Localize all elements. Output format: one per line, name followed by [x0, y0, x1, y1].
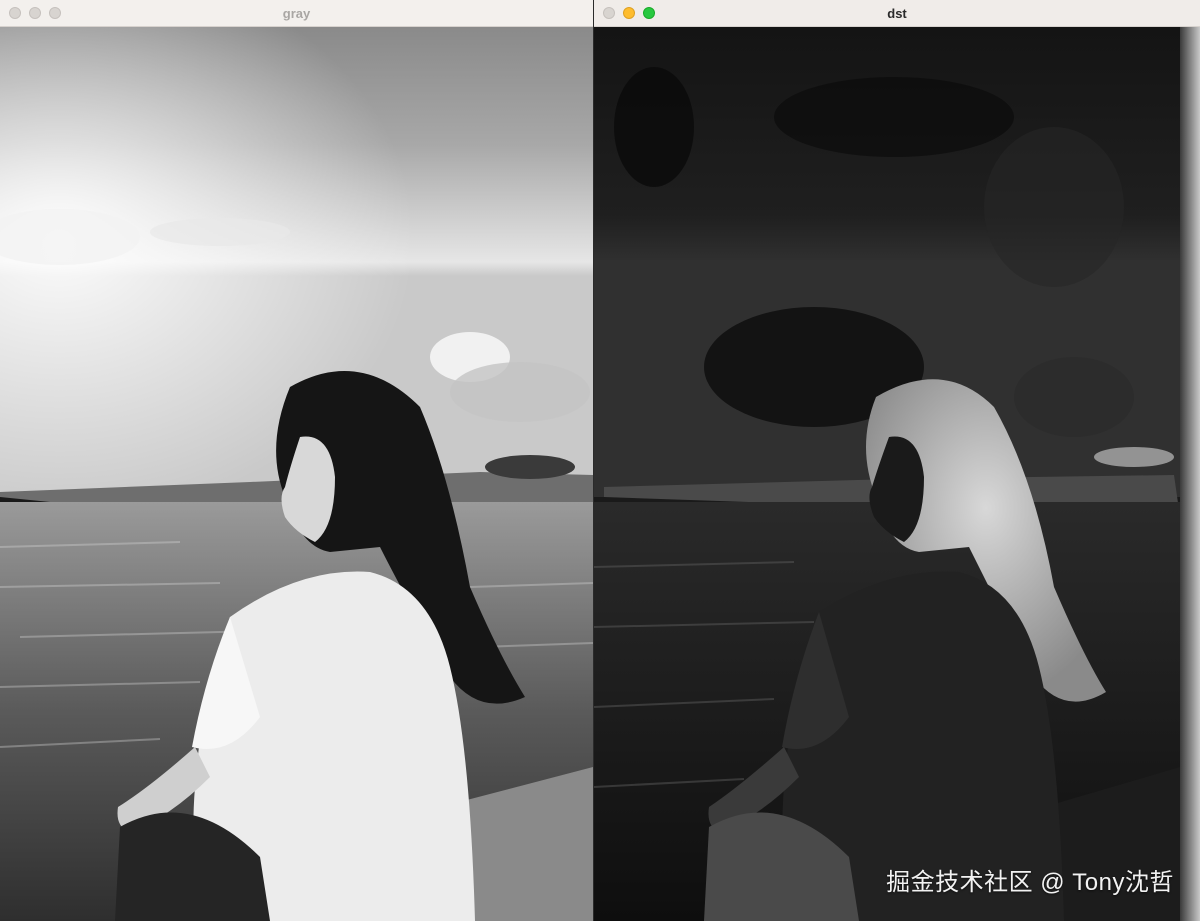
- gray-window-title: gray: [282, 6, 311, 21]
- dst-window-titlebar[interactable]: dst: [594, 0, 1200, 27]
- grayscale-photo: [0, 27, 593, 921]
- processed-photo: [594, 27, 1200, 921]
- watermark-text: 掘金技术社区 @ Tony沈哲: [886, 869, 1174, 896]
- desktop: gray dst 掘金技术社区 @ Tony沈哲: [0, 0, 1200, 921]
- gray-image-view: [0, 27, 593, 921]
- gray-window-titlebar[interactable]: gray: [0, 0, 593, 27]
- dst-window-title: dst: [887, 6, 907, 21]
- window-edge: [1180, 27, 1200, 921]
- dst-image-view: 掘金技术社区 @ Tony沈哲: [594, 27, 1200, 921]
- dst-window[interactable]: dst 掘金技术社区 @ Tony沈哲: [594, 0, 1200, 921]
- gray-window[interactable]: gray: [0, 0, 593, 921]
